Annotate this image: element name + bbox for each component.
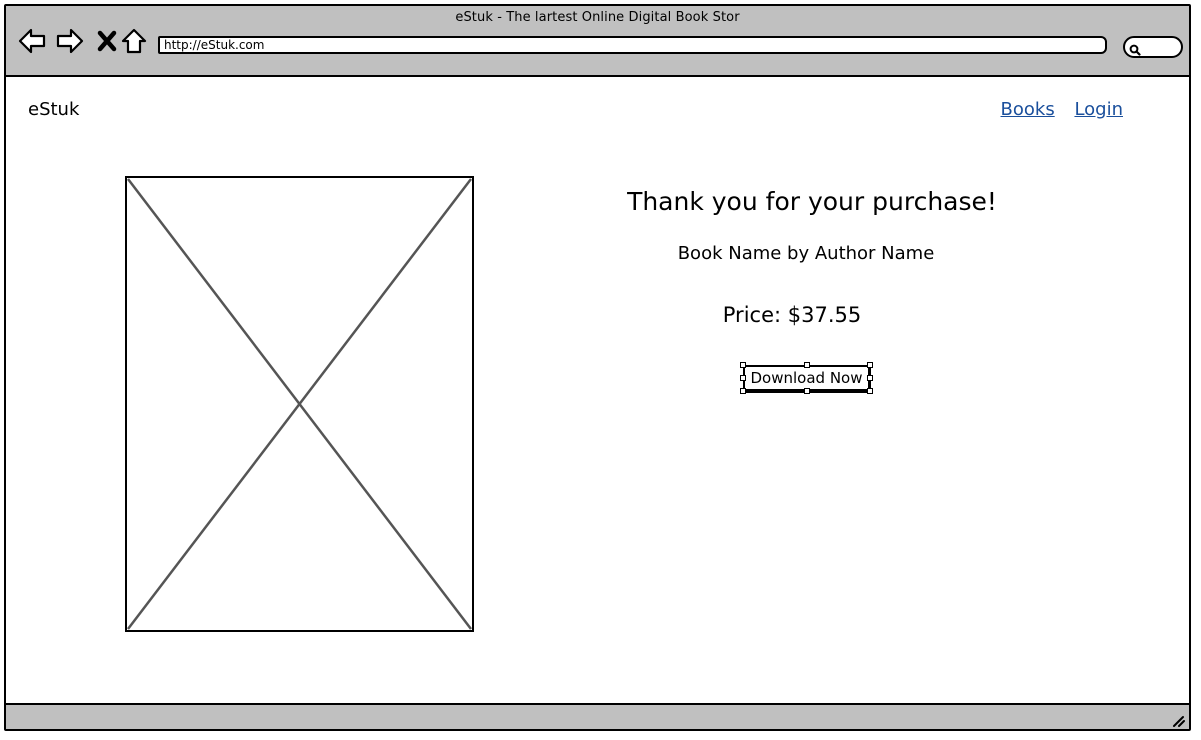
book-title-author: Book Name by Author Name	[677, 243, 935, 264]
selection-handle	[867, 388, 873, 394]
selection-handle	[740, 388, 746, 394]
site-logo[interactable]: eStuk	[28, 99, 79, 120]
home-icon[interactable]	[120, 27, 148, 55]
resize-grip-icon[interactable]	[1171, 712, 1185, 727]
selection-handle	[867, 362, 873, 368]
forward-arrow-icon[interactable]	[56, 27, 84, 55]
top-nav: Books Login	[987, 99, 1123, 120]
selection-handle	[804, 362, 810, 368]
price-text: Price: $37.55	[722, 303, 862, 327]
address-bar[interactable]: http://eStuk.com	[158, 36, 1107, 54]
purchase-confirmation-heading: Thank you for your purchase!	[627, 187, 997, 216]
status-bar	[6, 703, 1189, 729]
stop-icon[interactable]	[94, 27, 122, 55]
selection-handle	[740, 375, 746, 381]
search-icon[interactable]	[1129, 41, 1141, 56]
window-title: eStuk - The lartest Online Digital Book …	[455, 10, 740, 25]
search-box[interactable]	[1123, 36, 1183, 58]
book-cover-image-placeholder	[125, 176, 474, 632]
nav-link-books[interactable]: Books	[1001, 99, 1055, 120]
selection-handle	[740, 362, 746, 368]
selection-handle	[804, 388, 810, 394]
url-text: http://eStuk.com	[164, 38, 265, 52]
back-arrow-icon[interactable]	[18, 27, 46, 55]
selection-handle	[867, 375, 873, 381]
browser-window: eStuk - The lartest Online Digital Book …	[4, 4, 1191, 731]
nav-link-login[interactable]: Login	[1074, 99, 1123, 120]
image-placeholder-cross	[127, 178, 472, 630]
page-content: eStuk Books Login Thank you for your pur…	[6, 77, 1189, 705]
browser-toolbar: eStuk - The lartest Online Digital Book …	[6, 6, 1189, 77]
